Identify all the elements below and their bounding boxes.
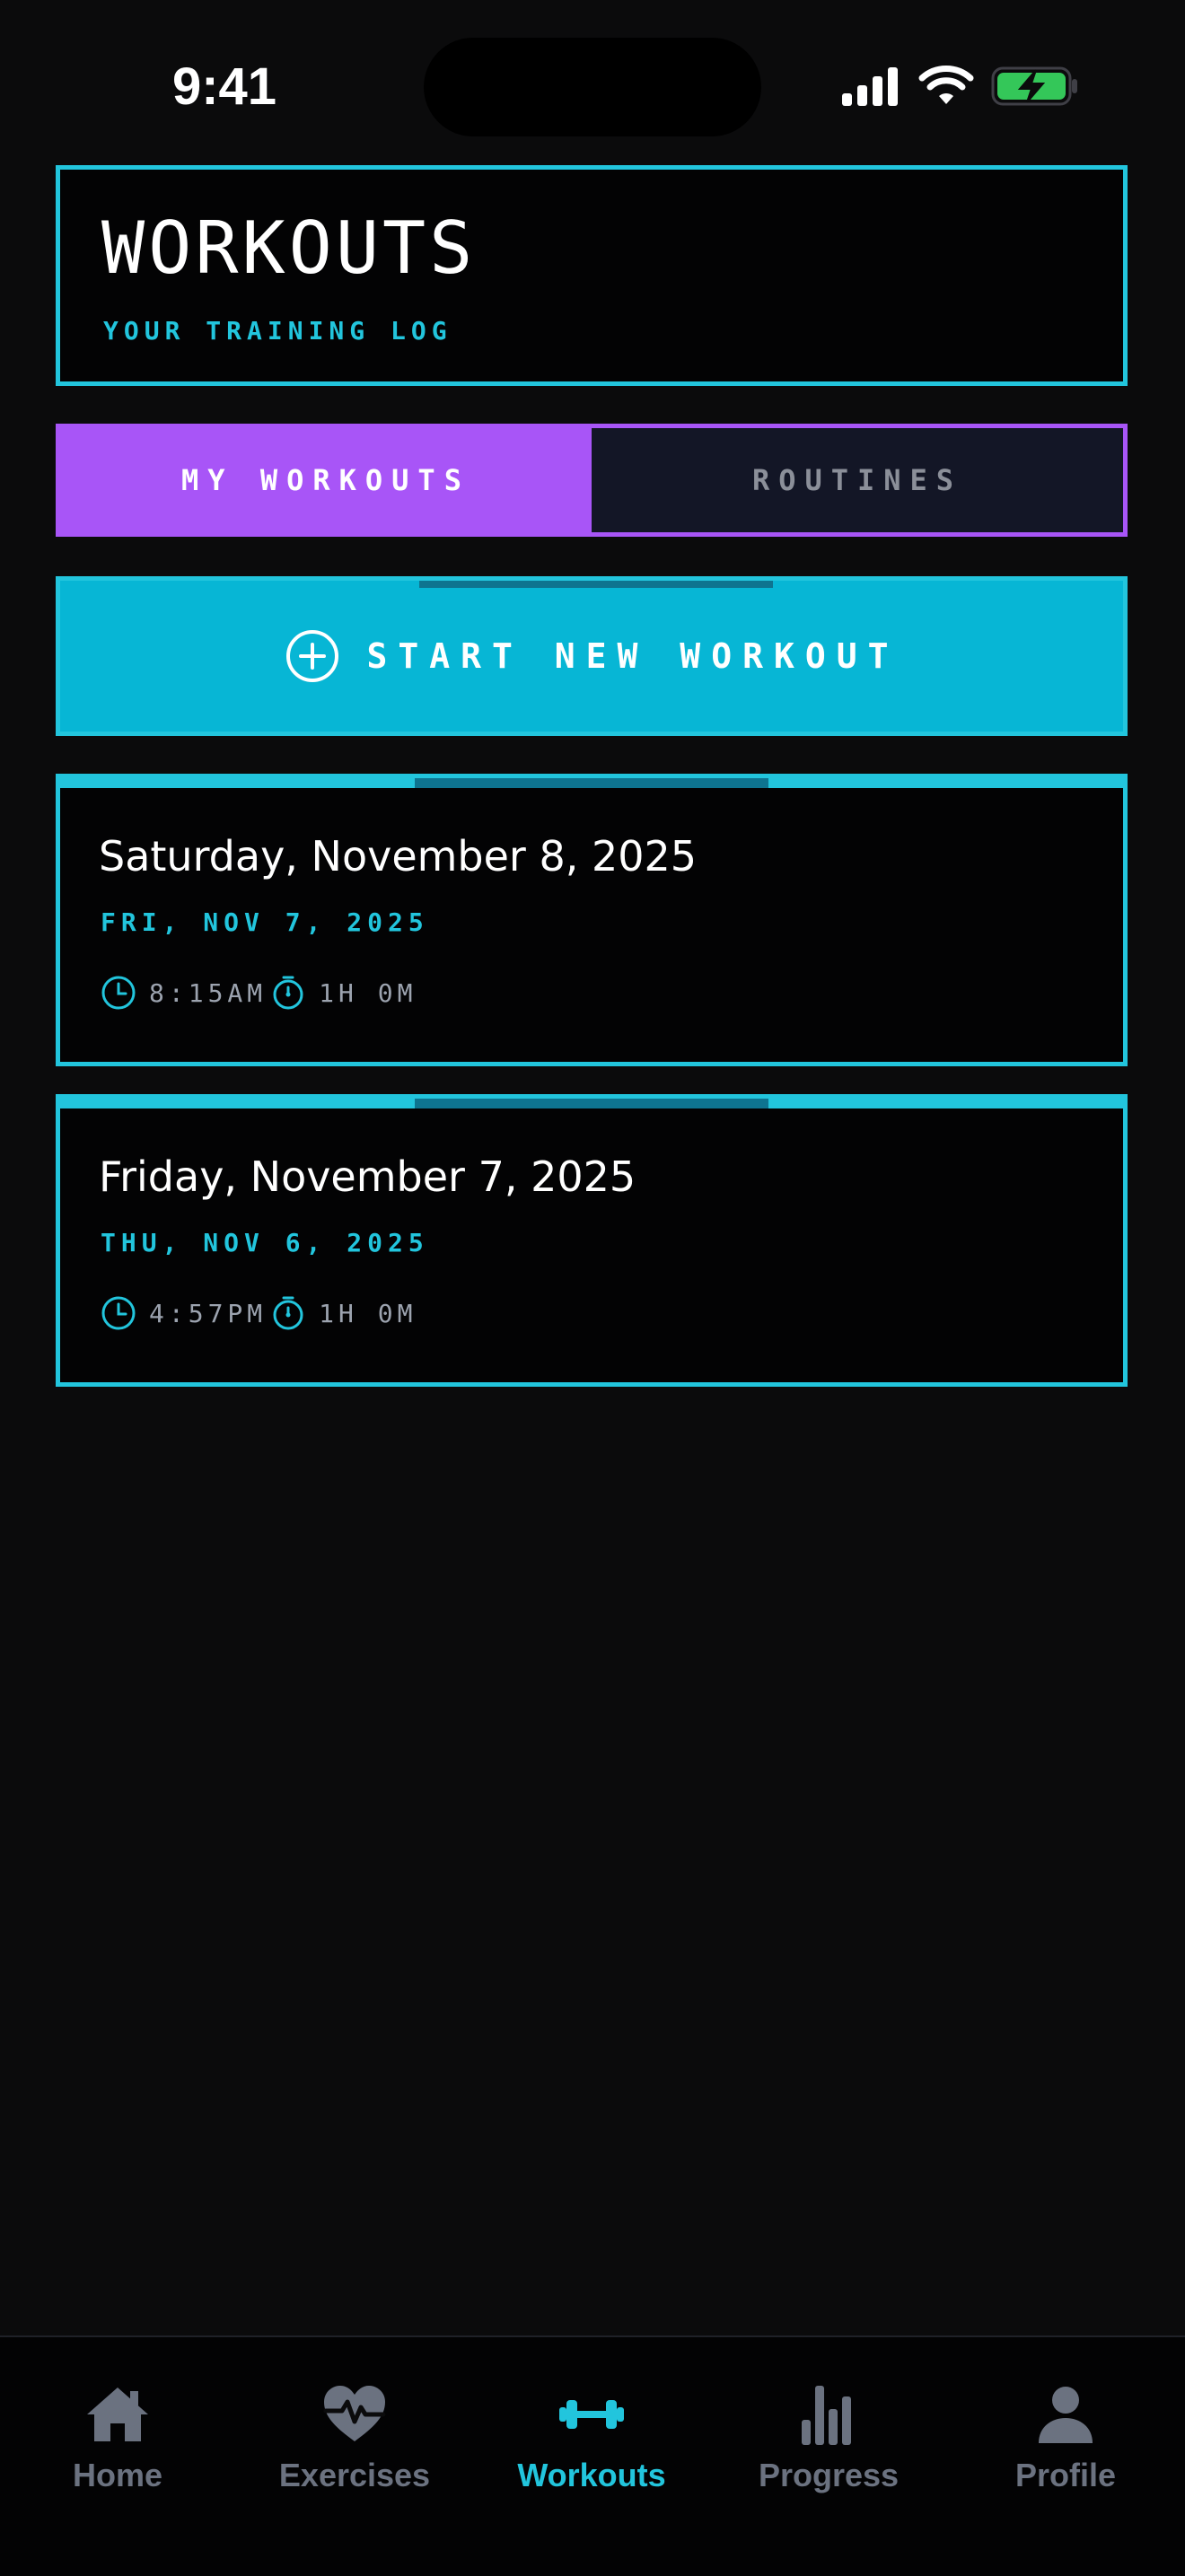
clock-icon <box>101 1296 136 1330</box>
workout-meta: 4:57PM 1H 0M <box>101 1293 417 1333</box>
tab-bar-label: Profile <box>1014 2457 1117 2493</box>
card-glow-bar <box>415 778 768 788</box>
plus-circle-icon <box>285 630 338 682</box>
tab-bar-label: Exercises <box>278 2457 431 2493</box>
user-icon <box>1039 2387 1093 2443</box>
tab-bar-item-home[interactable]: Home <box>19 2380 216 2495</box>
battery-charging-icon <box>991 66 1077 106</box>
workout-card[interactable]: Friday, November 7, 2025 THU, NOV 6, 202… <box>56 1094 1128 1387</box>
dynamic-island <box>424 38 761 136</box>
stopwatch-icon <box>273 1296 303 1330</box>
workout-card[interactable]: Saturday, November 8, 2025 FRI, NOV 7, 2… <box>56 774 1128 1066</box>
tab-routines[interactable]: ROUTINES <box>592 428 1123 532</box>
tab-bar-item-exercises[interactable]: Exercises <box>256 2380 453 2495</box>
tab-my-workouts[interactable]: MY WORKOUTS <box>60 428 592 532</box>
bottom-tab-bar: Home Exercises Workouts Progress Profile <box>0 2335 1185 2576</box>
page-title: WORKOUTS <box>101 206 477 290</box>
status-bar: 9:41 <box>0 0 1185 171</box>
status-time: 9:41 <box>171 57 277 116</box>
workout-subdate: FRI, NOV 7, 2025 <box>101 907 429 937</box>
card-glow-bar <box>415 1099 768 1108</box>
start-new-workout-label: START NEW WORKOUT <box>366 636 900 676</box>
workout-duration: 1H 0M <box>319 1298 417 1328</box>
tab-bar-item-profile[interactable]: Profile <box>967 2380 1164 2495</box>
button-glow-bar <box>419 581 773 588</box>
workout-title: Saturday, November 8, 2025 <box>99 832 698 881</box>
tab-bar-label: Workouts <box>517 2457 666 2493</box>
header-card: WORKOUTS YOUR TRAINING LOG <box>56 165 1128 386</box>
start-new-workout-button[interactable]: START NEW WORKOUT <box>56 576 1128 736</box>
tab-bar-item-progress[interactable]: Progress <box>730 2380 927 2495</box>
page-subtitle: YOUR TRAINING LOG <box>103 316 452 346</box>
workout-tabs: MY WORKOUTS ROUTINES <box>56 424 1128 537</box>
stopwatch-icon <box>273 976 303 1010</box>
heart-pulse-icon <box>323 2386 386 2441</box>
cellular-signal-icon <box>842 67 898 106</box>
workout-start-time: 8:15AM <box>149 977 268 1008</box>
bar-chart-icon <box>802 2386 851 2445</box>
dumbbell-icon <box>559 2400 624 2429</box>
workout-duration: 1H 0M <box>319 977 417 1008</box>
workout-subdate: THU, NOV 6, 2025 <box>101 1228 429 1257</box>
workout-meta: 8:15AM 1H 0M <box>101 973 417 1012</box>
tab-bar-label: Progress <box>758 2457 900 2493</box>
clock-icon <box>101 976 136 1010</box>
wifi-icon <box>918 66 974 104</box>
tab-bar-item-workouts[interactable]: Workouts <box>493 2380 690 2495</box>
workout-title: Friday, November 7, 2025 <box>99 1152 636 1201</box>
tab-bar-label: Home <box>72 2457 163 2493</box>
home-icon <box>87 2388 148 2441</box>
workout-start-time: 4:57PM <box>149 1298 268 1328</box>
